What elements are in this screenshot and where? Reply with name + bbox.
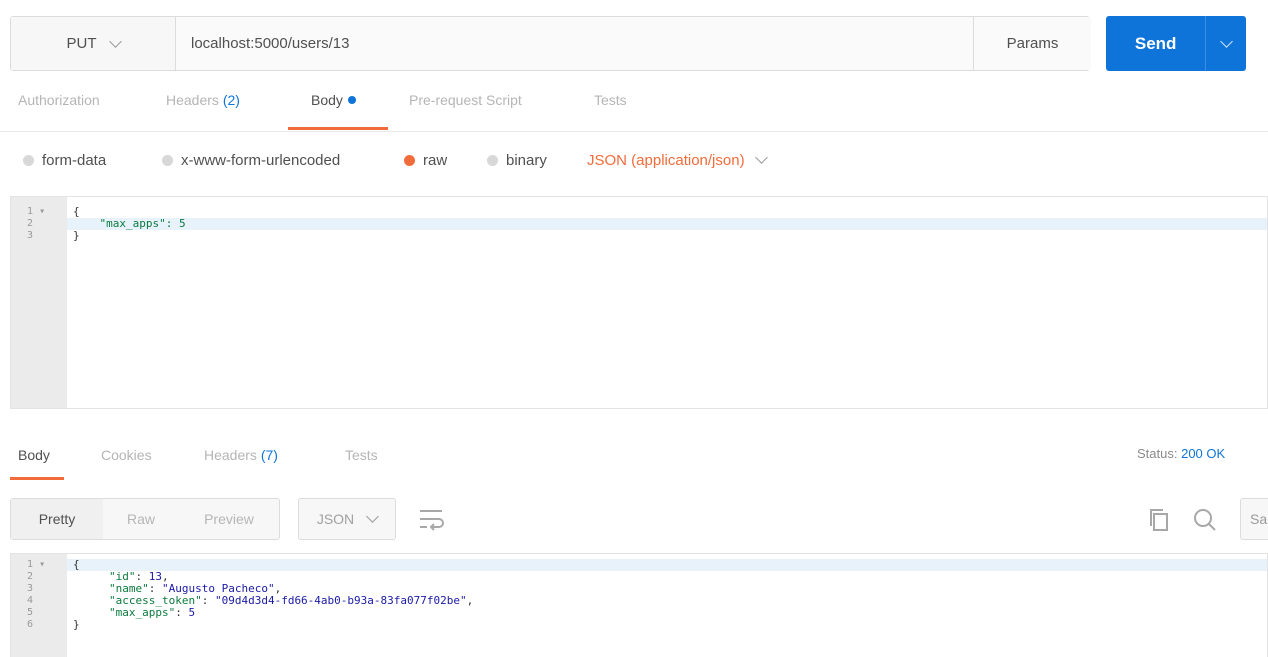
- radio-form-data[interactable]: form-data: [23, 150, 106, 170]
- code-line: }: [73, 229, 80, 242]
- status-badge: Status: 200 OK: [1137, 446, 1225, 461]
- content-type-label: JSON (application/json): [587, 151, 745, 169]
- send-button[interactable]: Send: [1106, 16, 1246, 71]
- save-response-button[interactable]: Sa: [1240, 498, 1268, 540]
- chevron-down-icon: [1219, 34, 1233, 48]
- response-tab-body[interactable]: Body: [18, 447, 50, 463]
- copy-icon[interactable]: [1145, 505, 1175, 535]
- status-value: 200 OK: [1181, 446, 1226, 461]
- request-body-editor[interactable]: 1 ▾ 2 3 { "max_apps": 5 }: [10, 196, 1268, 409]
- line-number: 5: [27, 607, 34, 618]
- response-tab-cookies[interactable]: Cookies: [101, 447, 152, 463]
- line-number: 6: [27, 619, 34, 630]
- url-input[interactable]: localhost:5000/users/13: [191, 17, 349, 70]
- view-preview[interactable]: Preview: [179, 499, 279, 539]
- active-tab-indicator: [288, 127, 388, 130]
- active-tab-indicator: [10, 477, 64, 480]
- radio-icon[interactable]: [23, 154, 34, 166]
- code-line: "max_apps": 5: [109, 606, 196, 619]
- json-value: "09d4d3d4-fd66-4ab0-b93a-83fa077f02be": [214, 594, 467, 607]
- line-number: 1: [27, 559, 34, 570]
- tab-label: Body: [311, 92, 343, 108]
- method-label: PUT: [66, 35, 97, 52]
- tab-label: Pre-request Script: [409, 92, 522, 108]
- view-pretty[interactable]: Pretty: [11, 499, 103, 539]
- tab-pre-request-script[interactable]: Pre-request Script: [409, 92, 522, 132]
- divider: [0, 131, 1268, 132]
- send-dropdown[interactable]: [1205, 16, 1246, 71]
- tab-authorization[interactable]: Authorization: [18, 92, 100, 132]
- tab-label: Headers: [166, 92, 219, 108]
- active-line-highlight: [67, 559, 1267, 571]
- active-line-highlight: [67, 218, 1267, 230]
- code-line: "max_apps": 5: [73, 217, 186, 230]
- tab-label: Headers: [204, 447, 257, 463]
- request-bar: PUT localhost:5000/users/13 Params: [10, 16, 1091, 71]
- radio-binary[interactable]: binary: [487, 150, 547, 170]
- chevron-down-icon: [108, 34, 122, 48]
- chevron-down-icon: [366, 510, 380, 523]
- method-select[interactable]: PUT: [11, 17, 176, 70]
- tab-label: Authorization: [18, 92, 100, 108]
- search-icon[interactable]: [1190, 505, 1220, 535]
- headers-count: (7): [260, 447, 278, 463]
- response-tab-tests[interactable]: Tests: [345, 447, 378, 463]
- fold-icon[interactable]: ▾: [39, 206, 45, 217]
- tab-tests[interactable]: Tests: [594, 92, 627, 132]
- radio-label: x-www-form-urlencoded: [181, 151, 341, 169]
- json-value: 5: [188, 606, 196, 619]
- radio-label: binary: [506, 151, 547, 169]
- view-raw[interactable]: Raw: [103, 499, 179, 539]
- radio-selected-icon[interactable]: [404, 154, 415, 166]
- status-label: Status:: [1137, 446, 1178, 461]
- content-type-select[interactable]: JSON (application/json): [587, 150, 768, 170]
- code-line: }: [73, 618, 80, 631]
- params-button[interactable]: Params: [973, 17, 1091, 70]
- line-number: 1: [27, 206, 34, 217]
- line-number: 4: [27, 595, 34, 606]
- response-body-viewer[interactable]: 1 ▾ 2 3 4 5 6 { "id": 13, "name": "Augus…: [10, 553, 1268, 657]
- line-number: 3: [27, 230, 34, 241]
- radio-icon[interactable]: [162, 154, 173, 166]
- wrap-lines-icon[interactable]: [412, 500, 450, 538]
- view-mode-group: Pretty Raw Preview: [10, 498, 280, 540]
- json-key: "max_apps": [109, 606, 176, 619]
- radio-label: raw: [423, 151, 448, 169]
- headers-count: (2): [222, 92, 240, 108]
- format-select[interactable]: JSON: [298, 498, 396, 540]
- tab-headers[interactable]: Headers (2): [166, 92, 240, 132]
- radio-icon[interactable]: [487, 154, 498, 166]
- response-tab-headers[interactable]: Headers (7): [204, 447, 278, 463]
- radio-label: form-data: [42, 151, 107, 169]
- format-label: JSON: [316, 511, 355, 527]
- tab-label: Tests: [594, 92, 627, 108]
- line-number: 3: [27, 583, 34, 594]
- radio-urlencoded[interactable]: x-www-form-urlencoded: [162, 150, 340, 170]
- modified-dot-icon: [347, 96, 356, 104]
- fold-icon[interactable]: ▾: [39, 559, 45, 570]
- chevron-down-icon: [754, 151, 768, 164]
- radio-raw[interactable]: raw: [404, 150, 447, 170]
- send-label[interactable]: Send: [1106, 16, 1205, 71]
- line-number: 2: [27, 571, 34, 582]
- line-number: 2: [27, 218, 34, 229]
- code-line: {: [73, 558, 80, 571]
- line-gutter: [11, 197, 67, 408]
- tab-body[interactable]: Body: [311, 92, 356, 132]
